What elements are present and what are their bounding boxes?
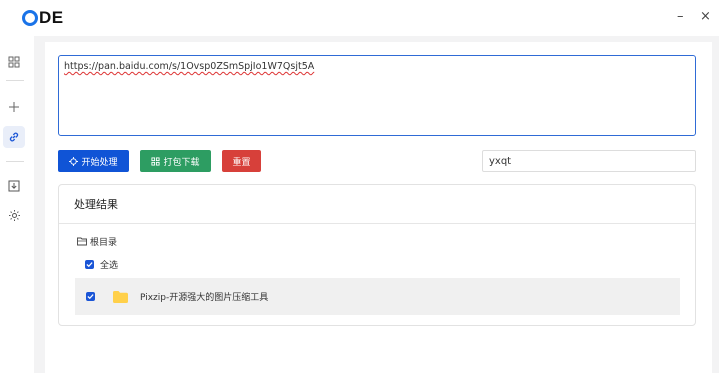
result-title: 处理结果 [74, 198, 118, 211]
folder-open-icon [77, 237, 87, 246]
check-icon [86, 262, 93, 268]
logo-o-icon [22, 10, 38, 26]
file-name: Pixzip-开源强大的图片压缩工具 [140, 293, 269, 303]
sidebar [0, 36, 34, 373]
grid-icon[interactable] [3, 51, 25, 73]
start-process-label: 开始处理 [81, 157, 118, 168]
title-bar: DE – × [0, 0, 719, 36]
link-icon[interactable] [3, 126, 25, 148]
app-logo: DE [22, 8, 64, 28]
result-header: 处理结果 [59, 185, 695, 224]
plus-icon[interactable] [3, 96, 25, 118]
url-textarea[interactable]: https://pan.baidu.com/s/1Ovsp0ZSmSpjIo1W… [58, 55, 696, 136]
download-icon[interactable] [3, 175, 25, 197]
select-all-label: 全选 [100, 261, 119, 271]
reset-button[interactable]: 重置 [222, 150, 261, 172]
gear-icon[interactable] [3, 204, 25, 226]
password-value: yxqt [489, 155, 512, 167]
main-panel: https://pan.baidu.com/s/1Ovsp0ZSmSpjIo1W… [45, 42, 712, 373]
password-input[interactable]: yxqt [482, 150, 696, 172]
file-row[interactable]: Pixzip-开源强大的图片压缩工具 [75, 278, 680, 315]
select-all[interactable]: 全选 [85, 258, 118, 271]
file-checkbox[interactable] [86, 292, 95, 301]
minimize-button[interactable]: – [677, 10, 684, 24]
select-all-checkbox[interactable] [85, 260, 94, 269]
folder-icon [113, 290, 128, 303]
start-process-button[interactable]: 开始处理 [58, 150, 129, 172]
sidebar-divider [6, 161, 24, 162]
reset-label: 重置 [232, 157, 251, 168]
logo-text: DE [39, 8, 64, 27]
result-panel: 处理结果 根目录 全选 Pixzip-开源强大的图片压缩工具 [58, 184, 696, 326]
url-text: https://pan.baidu.com/s/1Ovsp0ZSmSpjIo1W… [64, 61, 315, 72]
close-button[interactable]: × [700, 10, 711, 24]
target-icon [69, 156, 79, 166]
sidebar-divider [6, 80, 24, 81]
root-directory[interactable]: 根目录 [77, 235, 117, 248]
root-directory-label: 根目录 [90, 238, 118, 248]
package-icon [151, 156, 161, 166]
pack-download-label: 打包下载 [163, 157, 200, 168]
pack-download-button[interactable]: 打包下载 [140, 150, 211, 172]
check-icon [87, 294, 94, 300]
